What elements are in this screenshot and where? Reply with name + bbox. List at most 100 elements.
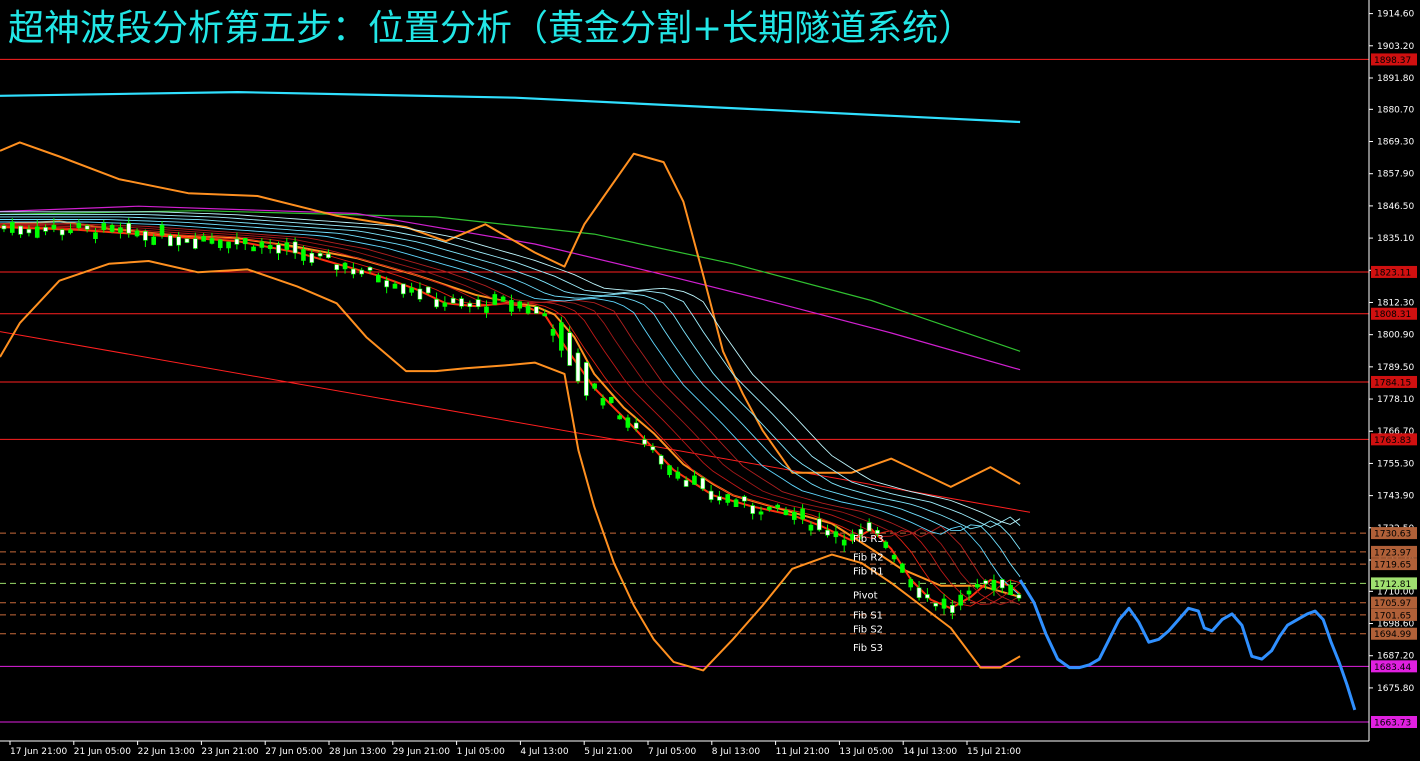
x-tick-label-11: 8 Jul 13:00 — [712, 747, 761, 757]
ema-ribbon-line-2 — [0, 224, 1021, 605]
candle-body — [367, 267, 373, 271]
candle-body — [783, 509, 789, 516]
ema-ribbon — [0, 211, 1021, 610]
y-tick-label-5: 1857.90 — [1377, 170, 1414, 180]
y-tick-label-9: 1812.30 — [1377, 298, 1414, 308]
bollinger-upper — [0, 141, 1021, 488]
candle-body — [633, 422, 639, 429]
x-tick-label-5: 28 Jun 13:00 — [329, 747, 386, 757]
candle-body — [608, 397, 614, 404]
candle-body — [950, 604, 955, 614]
candle-body — [991, 579, 997, 591]
candle-body — [650, 446, 656, 451]
level-badge-label-7: 1719.65 — [1374, 561, 1411, 571]
candle-body — [800, 508, 805, 520]
ema-ribbon-line-9 — [0, 211, 1021, 525]
candle-body — [26, 228, 32, 234]
candle-body — [617, 415, 622, 420]
candle-body — [467, 302, 473, 307]
fib-labels: Fib R3 Fib R2 Fib R1 Pivot Fib S1 Fib S2 Fib S… — [853, 534, 884, 654]
candle-body — [134, 230, 140, 237]
level-badge-label-3: 1784.15 — [1374, 378, 1411, 388]
candle-body — [775, 504, 780, 508]
candle-body — [517, 301, 523, 309]
candle-body — [642, 439, 647, 445]
level-badge-label-1: 1823.11 — [1374, 268, 1411, 278]
candle-body — [267, 245, 273, 250]
level-badge-label-13: 1663.73 — [1374, 718, 1411, 728]
candle-body — [151, 236, 157, 245]
y-tick-label-3: 1880.70 — [1377, 105, 1414, 115]
candle-body — [309, 252, 315, 263]
level-badge-label-9: 1705.97 — [1374, 599, 1411, 609]
candle-body — [459, 298, 464, 307]
candle-body — [966, 590, 972, 595]
trend-line — [0, 331, 1031, 513]
horizontal-levels — [0, 58, 1369, 723]
y-tick-label-11: 1789.50 — [1377, 363, 1414, 373]
candle-body — [875, 529, 880, 534]
candle-body — [999, 579, 1005, 589]
ema-ribbon-line-1 — [0, 225, 1021, 607]
candle-body — [9, 222, 15, 233]
x-tick-label-3: 23 Jun 21:00 — [201, 747, 258, 757]
candle-body — [159, 224, 165, 236]
candle-body — [883, 541, 889, 548]
candle-body — [176, 236, 181, 246]
candle-body — [600, 398, 606, 406]
candle-body — [567, 332, 572, 366]
candle-body — [1008, 584, 1013, 595]
candle-body — [891, 554, 897, 560]
candle-body — [168, 235, 173, 247]
candle-body — [384, 280, 389, 288]
x-tick-label-4: 27 Jun 05:00 — [265, 747, 322, 757]
candle-body — [658, 455, 664, 465]
ema-ribbon-line-3 — [0, 224, 1021, 606]
candle-body — [359, 269, 364, 275]
level-badge-label-12: 1683.44 — [1374, 663, 1411, 673]
candle-body — [475, 299, 481, 307]
candle-body — [733, 499, 739, 508]
y-tick-label-15: 1743.90 — [1377, 492, 1414, 502]
x-tick-label-14: 14 Jul 13:00 — [903, 747, 957, 757]
x-tick-label-9: 5 Jul 21:00 — [584, 747, 633, 757]
candle-body — [251, 246, 256, 252]
candle-body — [708, 490, 714, 500]
level-badge-label-2: 1808.31 — [1374, 310, 1411, 320]
candle-body — [126, 222, 132, 234]
candle-body — [717, 496, 722, 501]
candle-body — [334, 264, 340, 271]
price-chart[interactable]: Fib R3 Fib R2 Fib R1 Pivot Fib S1 Fib S2 Fib S… — [0, 0, 1420, 761]
y-tick-label-2: 1891.80 — [1377, 74, 1414, 84]
level-badge-label-4: 1763.83 — [1374, 436, 1411, 446]
candle-body — [143, 231, 148, 241]
candle-body — [692, 475, 697, 485]
y-tick-label-0: 1914.60 — [1377, 10, 1414, 20]
candle-body — [68, 229, 73, 234]
candle-body — [292, 241, 298, 254]
candle-body — [559, 322, 564, 351]
candle-body — [908, 579, 914, 588]
fib-label-1: Fib R2 — [853, 552, 884, 563]
candle-body — [109, 225, 115, 232]
candle-body — [193, 238, 198, 249]
candle-body — [59, 229, 65, 236]
candle-body — [118, 227, 123, 233]
candle-body — [450, 298, 456, 304]
candle-body — [76, 223, 82, 229]
candle-body — [425, 286, 431, 294]
candle-body — [242, 238, 248, 245]
candle-body — [34, 226, 40, 238]
x-tick-label-0: 17 Jun 21:00 — [10, 747, 67, 757]
candle-body — [276, 244, 281, 254]
candle-body — [1, 225, 7, 230]
candle-body — [326, 253, 331, 258]
candle-body — [767, 506, 772, 510]
candle-body — [284, 242, 290, 250]
y-tick-label-4: 1869.30 — [1377, 138, 1414, 148]
candle-body — [217, 239, 223, 248]
y-tick-label-20: 1687.20 — [1377, 652, 1414, 662]
candle-body — [43, 227, 48, 232]
fib-label-6: Fib S3 — [853, 643, 883, 654]
indicator-lines — [0, 90, 1357, 711]
